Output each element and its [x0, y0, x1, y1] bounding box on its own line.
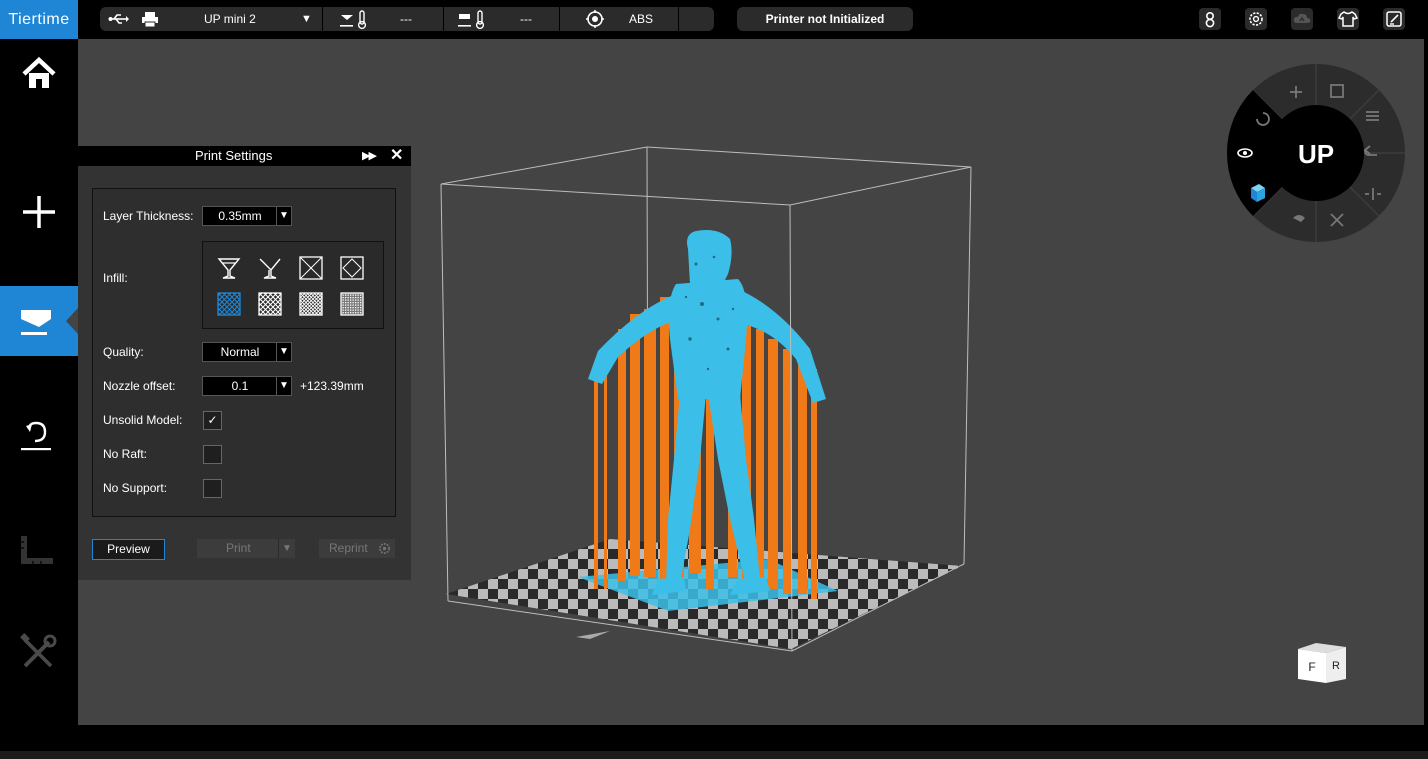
- bed-thermometer-icon: [456, 7, 490, 31]
- preview-button[interactable]: Preview: [92, 539, 165, 560]
- infill-label: Infill:: [103, 271, 128, 285]
- sidebar-item-calibrate[interactable]: [0, 400, 78, 470]
- print-button[interactable]: Print ▼: [197, 539, 295, 558]
- infill-selector: [202, 241, 384, 329]
- printer-name[interactable]: UP mini 2: [204, 7, 256, 31]
- material-name[interactable]: ABS: [629, 7, 653, 31]
- expand-icon[interactable]: ▶▶: [362, 146, 377, 166]
- panel-header: Print Settings ▶▶ ✕: [78, 146, 411, 166]
- layer-thickness-select[interactable]: 0.35mm ▼: [202, 206, 292, 226]
- sidebar: [0, 39, 78, 725]
- printer-status-badge: Printer not Initialized: [737, 7, 913, 31]
- quality-label: Quality:: [103, 345, 144, 359]
- sidebar-item-home[interactable]: [0, 39, 78, 109]
- account-icon[interactable]: [1199, 8, 1221, 30]
- chevron-down-icon: ▼: [276, 207, 291, 225]
- infill-dense-icon[interactable]: [258, 292, 282, 316]
- view-cube-right: R: [1332, 660, 1340, 672]
- view-control-wheel[interactable]: UP: [1227, 64, 1405, 242]
- nozzle-offset-height: +123.39mm: [300, 379, 364, 393]
- nozzle-thermometer-icon: [338, 7, 372, 31]
- bed-temperature: ---: [520, 12, 532, 26]
- gear-icon: [379, 543, 390, 554]
- infill-hollow-icon[interactable]: [299, 256, 323, 280]
- close-icon[interactable]: ✕: [390, 146, 403, 166]
- view-cube-front: F: [1308, 660, 1315, 674]
- plus-icon: [23, 196, 55, 228]
- shirt-icon[interactable]: [1337, 8, 1359, 30]
- up-logo: UP: [1298, 139, 1334, 169]
- tiertime-logo: Tiertime: [0, 0, 78, 39]
- unsolid-model-checkbox[interactable]: ✓: [203, 411, 222, 430]
- edit-icon[interactable]: [1383, 8, 1405, 30]
- infill-large-icon[interactable]: [340, 256, 364, 280]
- sidebar-item-print[interactable]: [0, 286, 78, 356]
- no-support-checkbox[interactable]: [203, 479, 222, 498]
- cloud-upload-icon[interactable]: [1291, 8, 1313, 30]
- printer-icon[interactable]: [140, 7, 160, 31]
- sidebar-item-measure[interactable]: [0, 509, 78, 579]
- settings-box: Layer Thickness: 0.35mm ▼ Infill: Qualit…: [92, 188, 396, 517]
- calibrate-icon: [21, 421, 51, 451]
- infill-denser-icon[interactable]: [299, 292, 323, 316]
- home-icon: [22, 56, 56, 88]
- reprint-button[interactable]: Reprint: [319, 539, 395, 558]
- nozzle-temperature: ---: [400, 12, 412, 26]
- panel-title: Print Settings: [195, 148, 273, 163]
- no-raft-label: No Raft:: [103, 447, 148, 461]
- print-settings-panel: Print Settings ▶▶ ✕ Layer Thickness: 0.3…: [78, 146, 411, 580]
- chevron-down-icon[interactable]: ▼: [278, 539, 295, 558]
- printer-select-arrow[interactable]: ▼: [301, 7, 312, 31]
- top-bar: Tiertime UP mini 2 ▼ --- --- ABS Printer…: [0, 0, 1428, 39]
- quality-select[interactable]: Normal ▼: [202, 342, 292, 362]
- tools-icon: [20, 633, 57, 668]
- chevron-down-icon: ▼: [276, 377, 291, 395]
- no-support-label: No Support:: [103, 481, 168, 495]
- material-target-icon: [585, 7, 605, 31]
- printer-status-bar: UP mini 2 ▼ --- --- ABS: [100, 7, 714, 31]
- infill-medium-icon-selected[interactable]: [217, 292, 241, 316]
- view-cube[interactable]: F R: [1296, 639, 1348, 685]
- usb-icon[interactable]: [108, 7, 130, 31]
- infill-surface-icon[interactable]: [258, 256, 282, 280]
- settings-icon[interactable]: [1245, 8, 1267, 30]
- layer-thickness-label: Layer Thickness:: [103, 209, 194, 223]
- nozzle-offset-select[interactable]: 0.1 ▼: [202, 376, 292, 396]
- sidebar-item-add[interactable]: [0, 177, 78, 247]
- ruler-icon: [21, 536, 53, 564]
- infill-shell-icon[interactable]: [217, 256, 241, 280]
- nozzle-offset-label: Nozzle offset:: [103, 379, 176, 393]
- no-raft-checkbox[interactable]: [203, 445, 222, 464]
- unsolid-model-label: Unsolid Model:: [103, 413, 183, 427]
- print-icon: [21, 310, 51, 335]
- chevron-down-icon: ▼: [276, 343, 291, 361]
- infill-solid-icon[interactable]: [340, 292, 364, 316]
- taskbar: [0, 751, 1428, 759]
- sidebar-item-maintenance[interactable]: [0, 617, 78, 687]
